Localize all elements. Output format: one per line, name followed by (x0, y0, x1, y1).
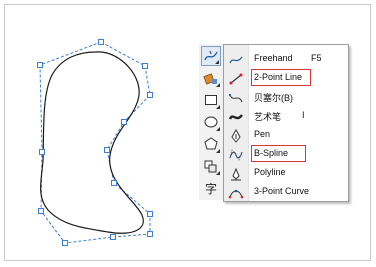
text-tool-button[interactable]: 字 (201, 178, 221, 198)
toolbox: 字 (199, 44, 224, 200)
ellipse-tool-button[interactable] (201, 112, 221, 132)
menu-item-2-point-line[interactable]: 2-Point Line (224, 69, 348, 88)
control-node (110, 234, 116, 240)
control-node (142, 63, 148, 69)
control-node (37, 62, 43, 68)
freehand-icon (229, 56, 243, 63)
smart-fill-button[interactable] (201, 68, 221, 88)
menu-item-label: 2-Point Line (254, 72, 303, 82)
menu-item-label: Pen (254, 129, 271, 139)
curve-flyout-menu: Freehand F5 2-Point Line 贝塞尔(B) 艺术笔 I Pe… (223, 44, 349, 202)
menu-item-label: B-Spline (254, 148, 289, 158)
pen-icon (231, 128, 241, 143)
basic-shapes-button[interactable] (201, 156, 221, 176)
control-node (98, 39, 104, 45)
spline-control-polygon (39, 41, 151, 244)
b-spline-icon (229, 148, 243, 161)
menu-item-label: Polyline (254, 167, 286, 177)
control-node (38, 208, 44, 214)
menu-item-polyline[interactable]: Polyline (224, 164, 348, 183)
menu-item-shortcut: F5 (311, 53, 322, 63)
menu-item-bezier[interactable]: 贝塞尔(B) (224, 88, 348, 107)
polygon-tool-button[interactable] (201, 134, 221, 154)
artistic-media-icon (228, 113, 243, 120)
menu-item-shortcut: I (302, 110, 305, 120)
menu-item-pen[interactable]: Pen (224, 126, 348, 145)
b-spline-curve[interactable] (40, 51, 144, 234)
control-node (104, 147, 110, 153)
menu-item-3-point-curve[interactable]: 3-Point Curve (224, 183, 348, 202)
text-tool-icon: 字 (204, 181, 217, 196)
control-node (147, 231, 153, 237)
curve-tool-button[interactable] (201, 46, 221, 66)
menu-item-label: 艺术笔 (254, 112, 282, 122)
control-node (121, 119, 127, 125)
menu-item-label: 3-Point Curve (254, 186, 310, 196)
menu-item-artistic-media[interactable]: 艺术笔 I (224, 107, 348, 126)
three-point-curve-icon (228, 189, 244, 198)
control-node (62, 240, 68, 246)
menu-item-label: Freehand (254, 53, 293, 63)
two-point-line-icon (229, 73, 243, 84)
control-node (147, 211, 153, 217)
menu-item-label: 贝塞尔(B) (254, 93, 293, 103)
menu-item-freehand[interactable]: Freehand F5 (224, 50, 348, 69)
polyline-icon (231, 167, 241, 180)
control-node (147, 92, 153, 98)
menu-item-b-spline[interactable]: B-Spline (224, 145, 348, 164)
bezier-icon (229, 93, 243, 102)
control-node (111, 180, 117, 186)
control-node (39, 149, 45, 155)
rectangle-tool-button[interactable] (201, 90, 221, 110)
